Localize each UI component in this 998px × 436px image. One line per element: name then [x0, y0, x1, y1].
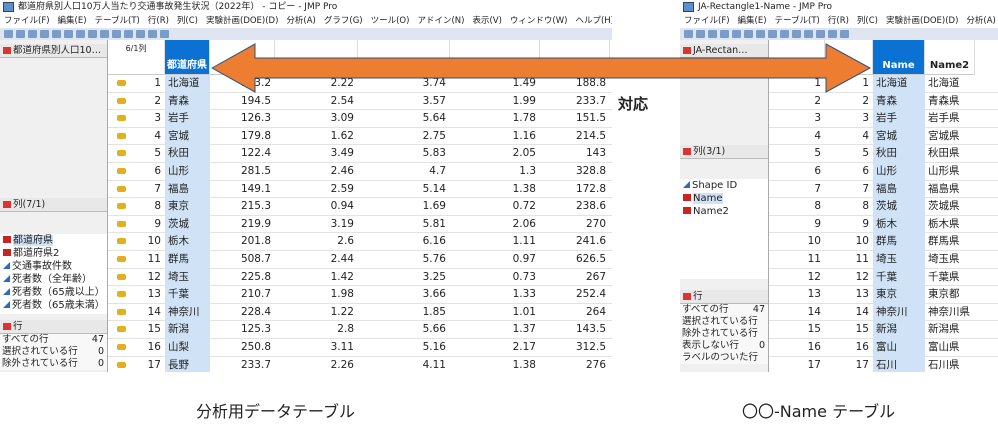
caption-name-table: 〇〇-Name テーブル — [742, 402, 896, 421]
caption-analysis-table: 分析用データテーブル — [196, 402, 356, 421]
correspondence-arrow — [210, 43, 872, 93]
correspondence-label: 対応 — [618, 95, 649, 113]
